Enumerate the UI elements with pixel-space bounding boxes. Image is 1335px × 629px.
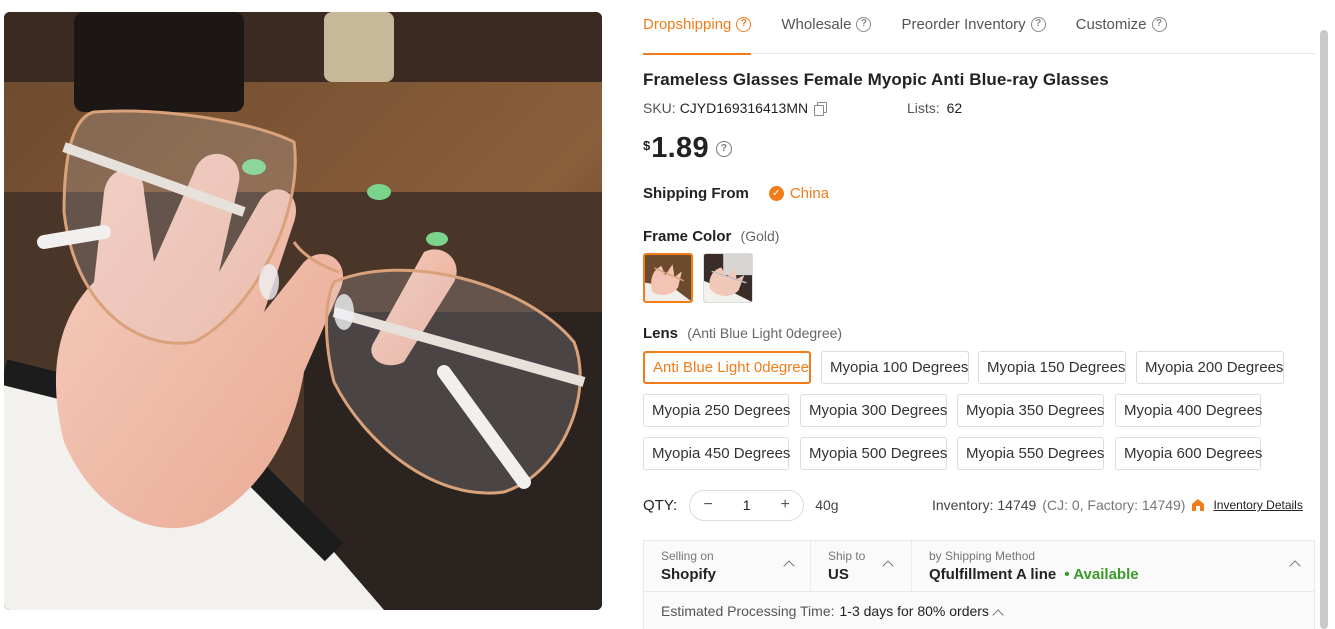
frame-color-row: Frame Color (Gold) bbox=[643, 228, 779, 245]
ship-to-selector[interactable]: Ship to US bbox=[810, 541, 911, 592]
price: $ 1.89 ? bbox=[643, 132, 732, 165]
tab-dropshipping[interactable]: Dropshipping ? bbox=[643, 0, 752, 55]
frame-color-selected: (Gold) bbox=[740, 228, 780, 244]
lens-option[interactable]: Myopia 300 Degrees bbox=[800, 394, 947, 427]
tab-label: Customize bbox=[1075, 15, 1147, 33]
lens-option[interactable]: Myopia 550 Degrees bbox=[957, 437, 1104, 470]
processing-time-row: Estimated Processing Time: 1-3 days for … bbox=[644, 592, 1314, 629]
lists-value: 62 bbox=[946, 100, 963, 116]
inventory-details-link[interactable]: Inventory Details bbox=[1213, 498, 1302, 512]
frame-color-swatches bbox=[643, 253, 763, 303]
product-weight: 40g bbox=[815, 497, 839, 513]
tab-customize[interactable]: Customize ? bbox=[1076, 0, 1167, 54]
product-info-panel: Dropshipping ? Wholesale ? Preorder Inve… bbox=[643, 0, 1315, 629]
product-page: Dropshipping ? Wholesale ? Preorder Inve… bbox=[0, 0, 1335, 629]
sku-row: SKU: CJYD169316413MN bbox=[643, 100, 828, 116]
tab-label: Wholesale bbox=[781, 15, 852, 33]
price-currency: $ bbox=[643, 138, 651, 153]
inventory-info: Inventory: 14749 (CJ: 0, Factory: 14749)… bbox=[932, 497, 1303, 513]
warehouse-icon bbox=[1191, 498, 1205, 512]
ship-to-label: Ship to bbox=[828, 549, 866, 563]
copy-icon[interactable] bbox=[814, 102, 828, 116]
tab-label: Preorder Inventory bbox=[901, 15, 1026, 33]
lists-label: Lists: bbox=[907, 100, 940, 116]
shipping-method-row: Qfulfillment A line • Available bbox=[929, 566, 1314, 583]
lens-option[interactable]: Myopia 400 Degrees bbox=[1115, 394, 1262, 427]
frame-color-label: Frame Color bbox=[643, 228, 732, 245]
tab-wholesale[interactable]: Wholesale ? bbox=[781, 0, 872, 54]
help-circle-icon[interactable]: ? bbox=[715, 141, 732, 157]
shipping-method-selector[interactable]: by Shipping Method Qfulfillment A line •… bbox=[911, 541, 1314, 592]
product-main-image[interactable] bbox=[4, 12, 602, 610]
inventory-breakdown: (CJ: 0, Factory: 14749) bbox=[1042, 497, 1186, 513]
price-value: 1.89 bbox=[651, 132, 709, 164]
chevron-up-icon[interactable] bbox=[883, 559, 893, 569]
lens-option[interactable]: Myopia 350 Degrees bbox=[957, 394, 1104, 427]
lens-row: Lens (Anti Blue Light 0degree) bbox=[643, 325, 842, 342]
chevron-up-icon[interactable] bbox=[1290, 559, 1300, 569]
lens-option[interactable]: Myopia 250 Degrees bbox=[643, 394, 790, 427]
lens-option[interactable]: Myopia 150 Degrees bbox=[978, 351, 1126, 384]
decrement-button[interactable]: − bbox=[700, 496, 716, 514]
chevron-up-icon[interactable] bbox=[993, 608, 1003, 618]
increment-button[interactable]: + bbox=[777, 496, 793, 514]
lists-count: Lists: 62 bbox=[907, 100, 962, 116]
ship-to-value: US bbox=[828, 566, 849, 583]
quantity-input[interactable]: 1 bbox=[743, 497, 751, 513]
quantity-stepper: − 1 + bbox=[689, 489, 805, 521]
tab-label: Dropshipping bbox=[643, 15, 732, 33]
availability-status: • Available bbox=[1064, 566, 1139, 583]
lens-option[interactable]: Myopia 500 Degrees bbox=[800, 437, 947, 470]
shipping-method-value: Qfulfillment A line bbox=[929, 566, 1057, 583]
selling-on-selector[interactable]: Selling on Shopify bbox=[644, 541, 810, 592]
purchase-mode-tabs: Dropshipping ? Wholesale ? Preorder Inve… bbox=[643, 0, 1315, 55]
lens-option[interactable]: Anti Blue Light 0degree bbox=[643, 351, 811, 384]
check-circle-icon: ✓ bbox=[768, 186, 784, 201]
help-circle-icon[interactable]: ? bbox=[856, 16, 872, 32]
quantity-row: QTY: − 1 + 40g Inventory: 14749 (CJ: 0, … bbox=[643, 489, 1315, 521]
page-scrollbar[interactable] bbox=[1320, 30, 1328, 629]
color-swatch-silver[interactable] bbox=[703, 253, 753, 303]
qty-label: QTY: bbox=[643, 496, 678, 514]
shipping-from-option[interactable]: ✓ China bbox=[768, 185, 830, 202]
shipping-method-label: by Shipping Method bbox=[929, 549, 1036, 563]
lens-option[interactable]: Myopia 100 Degrees bbox=[821, 351, 969, 384]
shipping-from-value: China bbox=[789, 185, 830, 202]
color-swatch-gold[interactable] bbox=[643, 253, 693, 303]
lens-option[interactable]: Myopia 450 Degrees bbox=[643, 437, 790, 470]
lens-option[interactable]: Myopia 600 Degrees bbox=[1115, 437, 1262, 470]
sku-value: CJYD169316413MN bbox=[679, 100, 809, 116]
shipping-options-box: Selling on Shopify Ship to US by Shippin… bbox=[643, 540, 1315, 629]
tab-preorder-inventory[interactable]: Preorder Inventory ? bbox=[901, 0, 1046, 54]
processing-time-value: 1-3 days for 80% orders bbox=[839, 603, 989, 619]
lens-option[interactable]: Myopia 200 Degrees bbox=[1136, 351, 1284, 384]
product-title: Frameless Glasses Female Myopic Anti Blu… bbox=[643, 70, 1109, 89]
help-circle-icon[interactable]: ? bbox=[736, 16, 752, 32]
chevron-up-icon[interactable] bbox=[784, 559, 794, 569]
sku-label: SKU: bbox=[643, 100, 676, 116]
processing-time-label: Estimated Processing Time: bbox=[661, 603, 835, 619]
inventory-total: Inventory: 14749 bbox=[932, 497, 1037, 513]
lens-label: Lens bbox=[643, 325, 679, 342]
help-circle-icon[interactable]: ? bbox=[1030, 16, 1046, 32]
help-circle-icon[interactable]: ? bbox=[1151, 16, 1167, 32]
shipping-from-label: Shipping From bbox=[643, 185, 749, 202]
shipping-from-row: Shipping From ✓ China bbox=[643, 185, 829, 202]
lens-selected: (Anti Blue Light 0degree) bbox=[687, 325, 843, 341]
